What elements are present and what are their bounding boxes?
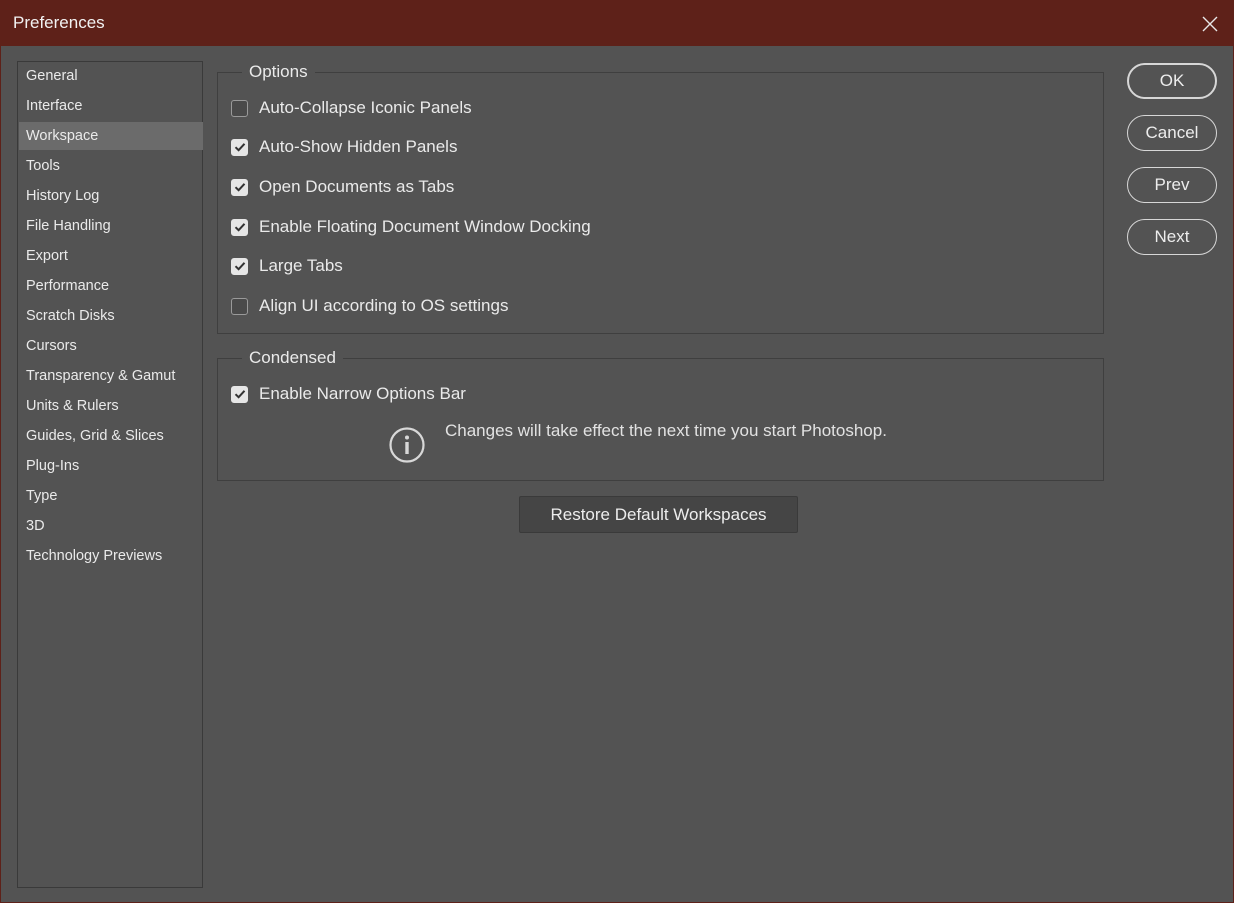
sidebar-item-transparency-gamut[interactable]: Transparency & Gamut bbox=[19, 362, 203, 390]
auto-show-hidden-panels-checkbox[interactable]: Auto-Show Hidden Panels bbox=[231, 135, 457, 159]
sidebar: General Interface Workspace Tools Histor… bbox=[17, 61, 203, 888]
checkbox-label: Auto-Show Hidden Panels bbox=[259, 137, 458, 156]
auto-collapse-iconic-panels-checkbox[interactable]: Auto-Collapse Iconic Panels bbox=[231, 96, 472, 120]
window-title: Preferences bbox=[13, 13, 105, 32]
checkbox-box[interactable] bbox=[231, 385, 248, 403]
sidebar-item-file-handling[interactable]: File Handling bbox=[19, 212, 203, 240]
condensed-group-title: Condensed bbox=[242, 347, 343, 369]
close-icon bbox=[1202, 16, 1218, 32]
sidebar-item-history-log[interactable]: History Log bbox=[19, 182, 203, 210]
cancel-button[interactable]: Cancel bbox=[1127, 115, 1217, 151]
checkbox-label: Enable Narrow Options Bar bbox=[259, 384, 466, 403]
sidebar-item-general[interactable]: General bbox=[19, 62, 203, 90]
condensed-group: Condensed Enable Narrow Options Bar Chan… bbox=[217, 347, 1104, 481]
checkbox-label: Large Tabs bbox=[259, 256, 343, 275]
restart-notice-text: Changes will take effect the next time y… bbox=[445, 421, 887, 440]
preferences-dialog: Preferences General Interface Workspace … bbox=[0, 0, 1234, 903]
checkbox-label: Auto-Collapse Iconic Panels bbox=[259, 98, 472, 117]
info-icon bbox=[389, 427, 425, 463]
checkbox-box[interactable] bbox=[231, 99, 248, 117]
checkmark-icon bbox=[234, 183, 245, 192]
sidebar-item-tools[interactable]: Tools bbox=[19, 152, 203, 180]
open-documents-as-tabs-checkbox[interactable]: Open Documents as Tabs bbox=[231, 175, 454, 199]
options-group: Options Auto-Collapse Iconic Panels Auto… bbox=[217, 61, 1104, 334]
sidebar-item-export[interactable]: Export bbox=[19, 242, 203, 270]
checkmark-icon bbox=[234, 390, 245, 399]
checkbox-box[interactable] bbox=[231, 297, 248, 315]
sidebar-item-workspace[interactable]: Workspace bbox=[19, 122, 203, 150]
sidebar-item-technology-previews[interactable]: Technology Previews bbox=[19, 542, 203, 570]
checkbox-box[interactable] bbox=[231, 218, 248, 236]
checkbox-box[interactable] bbox=[231, 178, 248, 196]
checkmark-icon bbox=[234, 262, 245, 271]
next-button[interactable]: Next bbox=[1127, 219, 1217, 255]
checkbox-label: Enable Floating Document Window Docking bbox=[259, 217, 591, 236]
sidebar-item-interface[interactable]: Interface bbox=[19, 92, 203, 120]
checkbox-box[interactable] bbox=[231, 138, 248, 156]
checkmark-icon bbox=[234, 223, 245, 232]
close-button[interactable] bbox=[1193, 7, 1227, 41]
sidebar-item-plug-ins[interactable]: Plug-Ins bbox=[19, 452, 203, 480]
options-group-title: Options bbox=[242, 61, 315, 83]
sidebar-item-units-rulers[interactable]: Units & Rulers bbox=[19, 392, 203, 420]
sidebar-item-guides-grid-slices[interactable]: Guides, Grid & Slices bbox=[19, 422, 203, 450]
sidebar-item-3d[interactable]: 3D bbox=[19, 512, 203, 540]
sidebar-item-performance[interactable]: Performance bbox=[19, 272, 203, 300]
checkbox-label: Align UI according to OS settings bbox=[259, 296, 509, 315]
title-bar: Preferences bbox=[1, 1, 1233, 46]
checkmark-icon bbox=[234, 143, 245, 152]
large-tabs-checkbox[interactable]: Large Tabs bbox=[231, 254, 343, 278]
sidebar-item-type[interactable]: Type bbox=[19, 482, 203, 510]
ok-button[interactable]: OK bbox=[1127, 63, 1217, 99]
sidebar-item-cursors[interactable]: Cursors bbox=[19, 332, 203, 360]
checkbox-label: Open Documents as Tabs bbox=[259, 177, 455, 196]
enable-narrow-options-bar-checkbox[interactable]: Enable Narrow Options Bar bbox=[231, 382, 466, 406]
checkbox-box[interactable] bbox=[231, 257, 248, 275]
sidebar-item-scratch-disks[interactable]: Scratch Disks bbox=[19, 302, 203, 330]
align-ui-os-settings-checkbox[interactable]: Align UI according to OS settings bbox=[231, 294, 508, 318]
prev-button[interactable]: Prev bbox=[1127, 167, 1217, 203]
enable-floating-document-window-docking-checkbox[interactable]: Enable Floating Document Window Docking bbox=[231, 215, 591, 239]
restore-default-workspaces-button[interactable]: Restore Default Workspaces bbox=[519, 496, 798, 533]
